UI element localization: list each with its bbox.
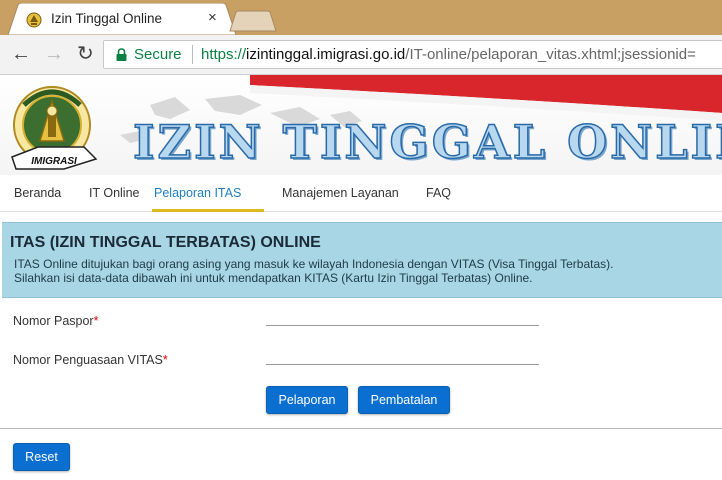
vitas-label: Nomor Penguasaan VITAS* bbox=[13, 353, 168, 367]
browser-toolbar: ← → ↻ Secure https://izintinggal.imigras… bbox=[0, 35, 722, 75]
back-button[interactable]: ← bbox=[11, 43, 31, 65]
required-marker: * bbox=[162, 353, 168, 367]
main-menu: Beranda IT Online Pelaporan ITAS Manajem… bbox=[0, 175, 722, 212]
tab-title: Izin Tinggal Online bbox=[51, 11, 163, 26]
forward-button[interactable]: → bbox=[44, 43, 64, 65]
url-path: /IT-online/pelaporan_vitas.xhtml;jsessio… bbox=[405, 46, 696, 63]
menu-item-faq[interactable]: FAQ bbox=[426, 186, 451, 200]
immigration-logo: IMIGRASI bbox=[11, 86, 98, 170]
vitas-number-input[interactable] bbox=[266, 345, 539, 365]
reload-button[interactable]: ↻ bbox=[77, 43, 94, 65]
menu-item-pelaporan-itas[interactable]: Pelaporan ITAS bbox=[154, 186, 241, 200]
info-description-1: ITAS Online ditujukan bagi orang asing y… bbox=[14, 257, 614, 271]
active-menu-indicator bbox=[152, 209, 264, 212]
banner-title: IZIN TINGGAL ONLINE bbox=[132, 114, 722, 170]
vitas-label-text: Nomor Penguasaan VITAS bbox=[13, 353, 163, 367]
menu-item-beranda[interactable]: Beranda bbox=[14, 186, 61, 200]
menu-item-manajemen-layanan[interactable]: Manajemen Layanan bbox=[282, 186, 399, 200]
favicon-icon bbox=[26, 12, 42, 28]
info-description-2: Silahkan isi data-data dibawah ini untuk… bbox=[14, 271, 533, 285]
url-text: https://izintinggal.imigrasi.go.id/IT-on… bbox=[201, 46, 696, 63]
info-title: ITAS (IZIN TINGGAL TERBATAS) ONLINE bbox=[10, 234, 321, 251]
site-banner: IMIGRASI IZIN TINGGAL ONLINE bbox=[0, 75, 722, 175]
passport-label: Nomor Paspor* bbox=[13, 314, 98, 328]
passport-label-text: Nomor Paspor bbox=[13, 314, 94, 328]
lock-icon bbox=[116, 48, 127, 66]
passport-number-input[interactable] bbox=[266, 306, 539, 326]
info-panel: ITAS (IZIN TINGGAL TERBATAS) ONLINE ITAS… bbox=[2, 222, 722, 298]
logo-ribbon: IMIGRASI bbox=[31, 156, 77, 167]
browser-tab[interactable]: Izin Tinggal Online × bbox=[8, 3, 240, 35]
pembatalan-button[interactable]: Pembatalan bbox=[358, 386, 450, 414]
address-separator bbox=[192, 45, 193, 64]
form-divider bbox=[0, 428, 722, 429]
address-bar[interactable]: Secure https://izintinggal.imigrasi.go.i… bbox=[103, 40, 722, 69]
reset-button[interactable]: Reset bbox=[13, 443, 70, 471]
menu-item-it-online[interactable]: IT Online bbox=[89, 186, 140, 200]
browser-tab-strip: Izin Tinggal Online × bbox=[0, 0, 722, 35]
url-host: izintinggal.imigrasi.go.id bbox=[246, 46, 406, 63]
url-scheme: https:// bbox=[201, 46, 247, 63]
pelaporan-button[interactable]: Pelaporan bbox=[266, 386, 348, 414]
required-marker: * bbox=[93, 314, 99, 328]
secure-label: Secure bbox=[134, 46, 182, 63]
new-tab-button[interactable] bbox=[229, 10, 277, 32]
close-tab-icon[interactable]: × bbox=[208, 8, 217, 28]
